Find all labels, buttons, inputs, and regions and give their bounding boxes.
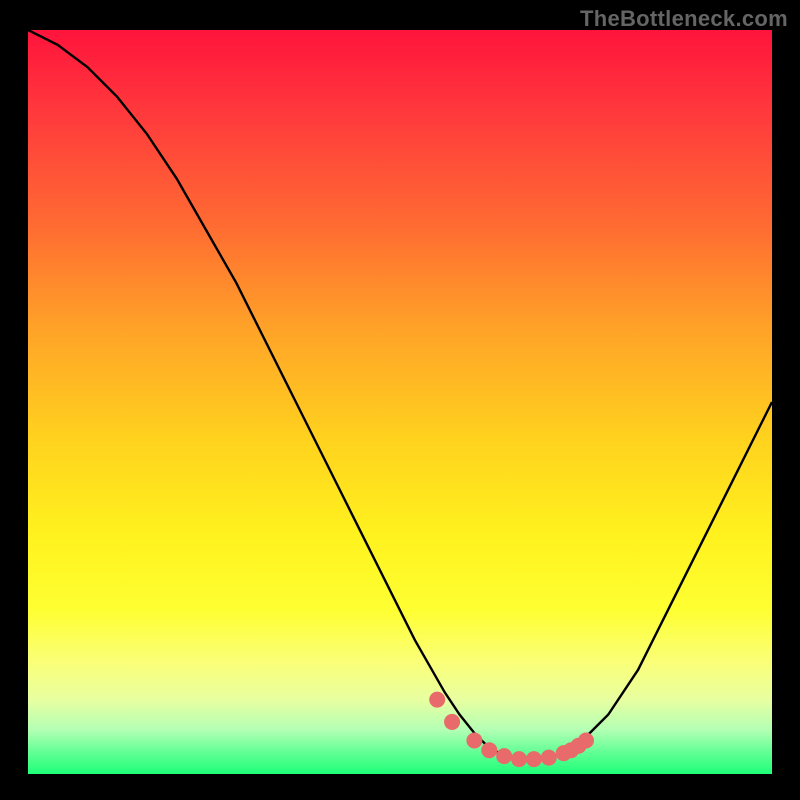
watermark-label: TheBottleneck.com	[580, 6, 788, 32]
highlight-point	[496, 748, 512, 764]
highlight-point	[511, 751, 527, 767]
highlight-point	[466, 733, 482, 749]
highlight-point	[481, 742, 497, 758]
highlight-point	[578, 733, 594, 749]
bottleneck-curve	[28, 30, 772, 759]
chart-overlay	[28, 30, 772, 774]
highlight-point	[444, 714, 460, 730]
highlight-points-group	[429, 692, 594, 768]
chart-frame: TheBottleneck.com	[0, 0, 800, 800]
highlight-point	[541, 750, 557, 766]
highlight-point	[429, 692, 445, 708]
highlight-point	[526, 751, 542, 767]
